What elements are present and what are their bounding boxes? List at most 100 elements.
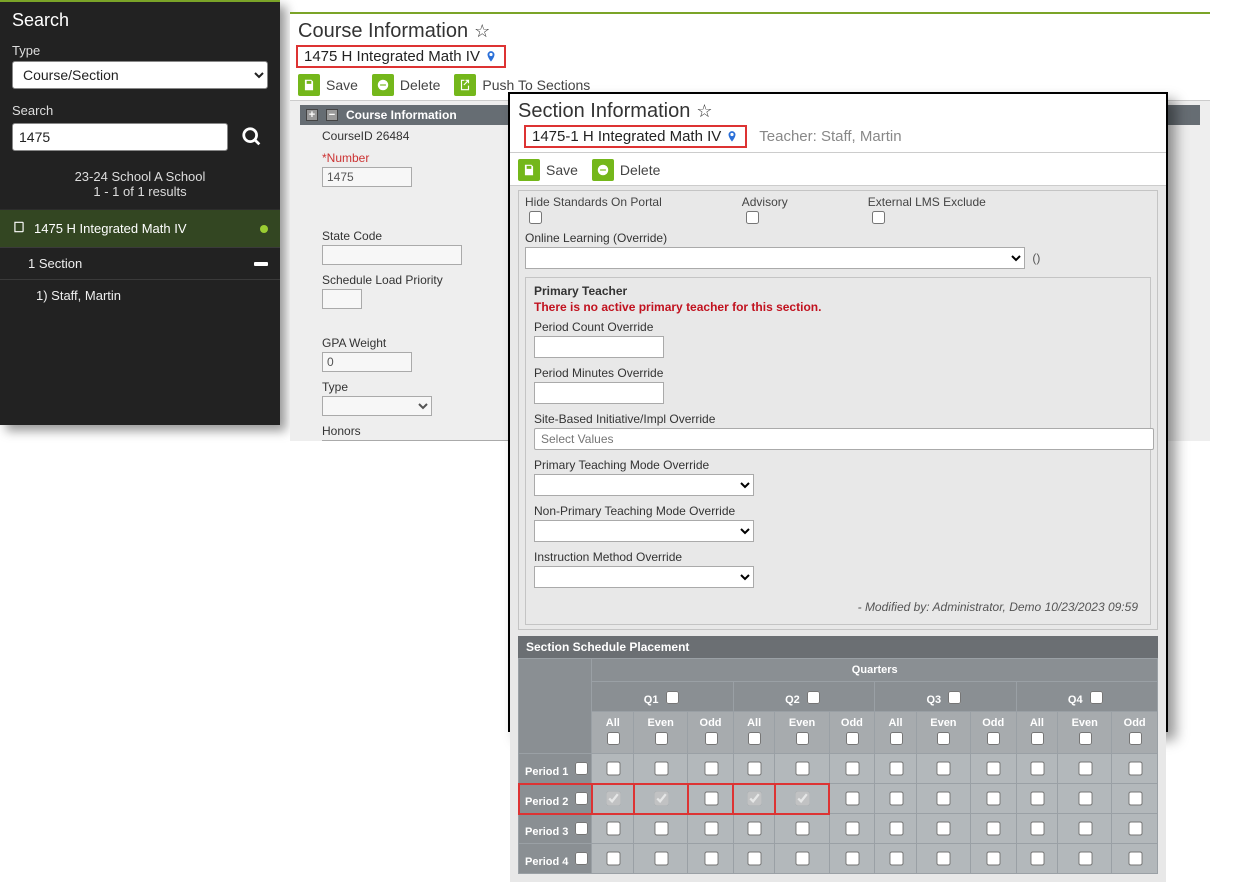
state-code-input[interactable]: [322, 245, 462, 265]
schedule-checkbox[interactable]: [889, 851, 903, 865]
schedule-checkbox[interactable]: [889, 761, 903, 775]
honors-select[interactable]: [322, 440, 522, 441]
schedule-checkbox[interactable]: [606, 821, 620, 835]
gpa-input[interactable]: [322, 352, 412, 372]
result-course-item[interactable]: 1475 H Integrated Math IV: [0, 209, 280, 247]
schedule-checkbox[interactable]: [845, 821, 859, 835]
schedule-checkbox[interactable]: [747, 761, 761, 775]
save-button[interactable]: Save: [298, 74, 358, 96]
nptm-select[interactable]: [534, 520, 754, 542]
schedule-checkbox[interactable]: [987, 761, 1001, 775]
imo-select[interactable]: [534, 566, 754, 588]
online-learning-select[interactable]: [525, 247, 1025, 269]
schedule-checkbox[interactable]: [937, 732, 950, 745]
schedule-checkbox[interactable]: [845, 761, 859, 775]
type-select[interactable]: Course/Section: [12, 61, 268, 89]
schedule-checkbox[interactable]: [1030, 821, 1044, 835]
schedule-checkbox[interactable]: [937, 761, 951, 775]
schedule-checkbox[interactable]: [937, 851, 951, 865]
q4-checkbox[interactable]: [1090, 691, 1103, 704]
pin-icon[interactable]: [725, 130, 739, 144]
schedule-checkbox[interactable]: [937, 821, 951, 835]
schedule-checkbox[interactable]: [1128, 851, 1142, 865]
schedule-checkbox[interactable]: [889, 791, 903, 805]
schedule-checkbox[interactable]: [1079, 732, 1092, 745]
favorite-star-icon[interactable]: ☆: [474, 21, 490, 42]
schedule-checkbox[interactable]: [704, 791, 718, 805]
schedule-checkbox[interactable]: [654, 791, 668, 805]
schedule-checkbox[interactable]: [795, 761, 809, 775]
schedule-checkbox[interactable]: [937, 791, 951, 805]
q3-checkbox[interactable]: [948, 691, 961, 704]
sbi-input[interactable]: [534, 428, 1154, 450]
period-checkbox[interactable]: [575, 822, 588, 835]
schedule-checkbox[interactable]: [987, 732, 1000, 745]
delete-button[interactable]: Delete: [372, 74, 440, 96]
hide-standards-checkbox[interactable]: [529, 211, 542, 224]
schedule-checkbox[interactable]: [704, 821, 718, 835]
period-minutes-input[interactable]: [534, 382, 664, 404]
schedule-checkbox[interactable]: [1031, 732, 1044, 745]
favorite-star-icon[interactable]: ☆: [696, 101, 712, 122]
schedule-checkbox[interactable]: [654, 761, 668, 775]
collapse-icon[interactable]: −: [326, 109, 338, 121]
period-checkbox[interactable]: [575, 852, 588, 865]
save-button[interactable]: Save: [518, 159, 578, 181]
period-checkbox[interactable]: [575, 792, 588, 805]
period-count-input[interactable]: [534, 336, 664, 358]
schedule-checkbox[interactable]: [795, 791, 809, 805]
schedule-checkbox[interactable]: [654, 821, 668, 835]
collapse-icon[interactable]: [254, 262, 268, 266]
schedule-checkbox[interactable]: [890, 732, 903, 745]
schedule-checkbox[interactable]: [747, 791, 761, 805]
expand-all-icon[interactable]: +: [306, 109, 318, 121]
schedule-checkbox[interactable]: [704, 851, 718, 865]
advisory-checkbox[interactable]: [746, 211, 759, 224]
schedule-checkbox[interactable]: [846, 732, 859, 745]
schedule-checkbox[interactable]: [654, 851, 668, 865]
schedule-checkbox[interactable]: [606, 761, 620, 775]
schedule-checkbox[interactable]: [987, 851, 1001, 865]
schedule-checkbox[interactable]: [795, 851, 809, 865]
schedule-checkbox[interactable]: [704, 761, 718, 775]
schedule-checkbox[interactable]: [795, 821, 809, 835]
schedule-checkbox[interactable]: [889, 821, 903, 835]
schedule-checkbox[interactable]: [796, 732, 809, 745]
schedule-checkbox[interactable]: [1030, 851, 1044, 865]
type-select[interactable]: [322, 396, 432, 416]
schedule-checkbox[interactable]: [1128, 791, 1142, 805]
search-icon[interactable]: [236, 121, 268, 153]
number-input[interactable]: [322, 167, 412, 187]
q2-checkbox[interactable]: [807, 691, 820, 704]
schedule-checkbox[interactable]: [606, 791, 620, 805]
q1-checkbox[interactable]: [666, 691, 679, 704]
schedule-checkbox[interactable]: [1030, 761, 1044, 775]
schedule-checkbox[interactable]: [845, 791, 859, 805]
schedule-checkbox[interactable]: [845, 851, 859, 865]
schedule-checkbox[interactable]: [655, 732, 668, 745]
schedule-checkbox[interactable]: [747, 821, 761, 835]
schedule-checkbox[interactable]: [1078, 821, 1092, 835]
sched-priority-input[interactable]: [322, 289, 362, 309]
schedule-checkbox[interactable]: [1129, 732, 1142, 745]
ptm-select[interactable]: [534, 474, 754, 496]
schedule-checkbox[interactable]: [705, 732, 718, 745]
schedule-checkbox[interactable]: [1078, 761, 1092, 775]
schedule-checkbox[interactable]: [987, 821, 1001, 835]
result-section-count[interactable]: 1 Section: [0, 247, 280, 279]
pin-icon[interactable]: [484, 50, 498, 64]
schedule-checkbox[interactable]: [987, 791, 1001, 805]
schedule-checkbox[interactable]: [607, 732, 620, 745]
lms-checkbox[interactable]: [872, 211, 885, 224]
schedule-checkbox[interactable]: [1078, 791, 1092, 805]
schedule-checkbox[interactable]: [1030, 791, 1044, 805]
schedule-checkbox[interactable]: [1128, 761, 1142, 775]
delete-button[interactable]: Delete: [592, 159, 660, 181]
result-teacher-item[interactable]: 1) Staff, Martin: [0, 279, 280, 311]
schedule-checkbox[interactable]: [606, 851, 620, 865]
schedule-checkbox[interactable]: [1078, 851, 1092, 865]
schedule-checkbox[interactable]: [748, 732, 761, 745]
schedule-checkbox[interactable]: [747, 851, 761, 865]
search-input[interactable]: [12, 123, 228, 151]
schedule-checkbox[interactable]: [1128, 821, 1142, 835]
